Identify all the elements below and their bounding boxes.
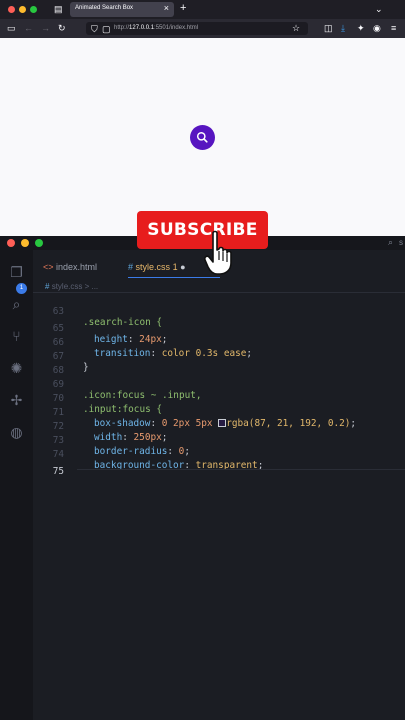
browser-tab-bar: ▤ Animated Search Box × + ⌄ (0, 0, 405, 19)
url-text: http://127.0.0.1:5501/index.html (114, 25, 198, 31)
browser-window: ▤ Animated Search Box × + ⌄ ▭ ← → ↻ ⛉ ▢ … (0, 0, 405, 236)
tab-index-html[interactable]: <> index.html (43, 256, 97, 278)
tab-label: index.html (56, 262, 98, 272)
code-line: 72 width: 250px; (52, 421, 168, 443)
code-line: 66 transition: color 0.3s ease; (52, 337, 253, 359)
chevron-down-icon[interactable]: ⌄ (375, 4, 383, 14)
explorer-badge: 1 (16, 283, 27, 294)
active-tab-underline (128, 277, 220, 278)
download-icon[interactable]: ⤓ (341, 23, 345, 33)
tab-style-css[interactable]: # style.css 1 ● (128, 256, 186, 278)
hand-pointer-icon (204, 230, 232, 275)
browser-nav-bar: ▭ ← → ↻ ⛉ ▢ http://127.0.0.1:5501/index.… (0, 19, 405, 38)
forward-arrow-icon[interactable]: → (41, 23, 50, 33)
editor-title-text: s (399, 238, 403, 247)
problems-count: 1 (172, 262, 178, 272)
html-file-icon: <> (43, 262, 54, 272)
url-bar[interactable]: ⛉ ▢ http://127.0.0.1:5501/index.html (86, 22, 308, 35)
subscribe-button[interactable]: SUBSCRIBE (137, 211, 268, 249)
search-icon (196, 131, 208, 143)
search-icon[interactable]: ⌕ (388, 237, 393, 248)
maximize-window-button[interactable] (30, 6, 37, 13)
tab-close-icon[interactable]: × (164, 3, 169, 13)
page-viewport (0, 38, 405, 236)
code-line: 69 .icon:focus ~ .input, (52, 379, 202, 401)
url-path: :5501/index.html (154, 25, 199, 31)
back-arrow-icon[interactable]: ← (24, 23, 33, 33)
remote-icon[interactable]: ◍ (8, 424, 25, 441)
browser-tab-active[interactable]: Animated Search Box × (70, 2, 174, 17)
close-window-button[interactable] (8, 6, 15, 13)
sidebar-icon[interactable]: ▭ (7, 23, 16, 33)
css-file-icon: # (45, 282, 50, 291)
code-line: 68 (52, 365, 64, 376)
code-line: 71 box-shadow: 0 2px 5px rgba(87, 21, 19… (52, 407, 357, 429)
unsaved-dot-icon[interactable]: ● (180, 262, 185, 272)
minimize-window-button[interactable] (21, 239, 29, 247)
tab-overview-icon[interactable]: ▤ (54, 4, 63, 14)
extensions-icon[interactable]: ✦ (357, 23, 365, 33)
code-line: 65 height: 24px; (52, 323, 168, 345)
code-line: 73 border-radius: 0; (52, 435, 190, 457)
menu-icon[interactable]: ≡ (391, 23, 396, 33)
search-icon[interactable]: ⌕ (8, 296, 25, 313)
new-tab-button[interactable]: + (180, 3, 186, 14)
maximize-window-button[interactable] (35, 239, 43, 247)
breadcrumb-path: style.css > ... (51, 282, 99, 291)
subscribe-label: SUBSCRIBE (147, 220, 258, 240)
code-line: 74 background-color: transparent; (52, 449, 264, 471)
shield-icon[interactable]: ⛉ (91, 24, 98, 34)
code-line: 70 .input:focus { (52, 393, 163, 415)
source-control-icon[interactable]: ⑂ (8, 328, 25, 345)
pocket-icon[interactable]: ◫ (324, 23, 333, 33)
debug-icon[interactable]: ✺ (8, 360, 25, 377)
close-window-button[interactable] (7, 239, 15, 247)
extensions-icon[interactable]: ✢ (8, 392, 25, 409)
activity-bar: ❐ 1 ⌕ ⑂ ✺ ✢ ◍ (0, 250, 33, 720)
bookmark-star-icon[interactable]: ☆ (292, 23, 300, 33)
url-prefix: http:// (114, 25, 130, 31)
explorer-icon[interactable]: ❐ (8, 264, 25, 281)
code-line: 67 } (52, 351, 89, 373)
current-line-divider (77, 469, 405, 470)
css-file-icon: # (128, 262, 134, 272)
minimize-window-button[interactable] (19, 6, 26, 13)
tab-label: style.css (135, 262, 171, 272)
breadcrumb-divider (33, 292, 405, 293)
page-info-icon[interactable]: ▢ (102, 24, 111, 34)
breadcrumb: # style.css > ... (45, 282, 98, 291)
url-host: 127.0.0.1 (129, 25, 155, 31)
code-line: 63 .search-icon { (52, 306, 163, 328)
code-editor-window: ⌕ s ❐ 1 ⌕ ⑂ ✺ ✢ ◍ <> index.html # style.… (0, 236, 405, 720)
search-button[interactable] (190, 125, 215, 150)
reload-icon[interactable]: ↻ (58, 23, 66, 33)
code-line-current: 75 (52, 466, 64, 477)
tab-title: Animated Search Box (75, 5, 134, 11)
account-icon[interactable]: ◉ (373, 23, 381, 33)
